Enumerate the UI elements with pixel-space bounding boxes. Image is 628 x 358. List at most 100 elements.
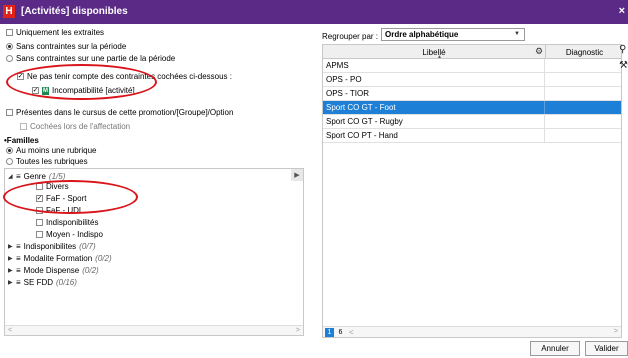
checkbox-icon[interactable] (6, 109, 13, 116)
families-tree: ◢ ≡ Genre (1/5) Divers ✓ FaF - Sport FaF… (4, 168, 304, 336)
radio-selected-icon[interactable] (6, 147, 13, 154)
tree-item-label: Divers (46, 182, 69, 191)
family-icon: ≡ (16, 254, 21, 263)
tree-node-count: (0/16) (56, 278, 77, 287)
ignore-constraints-label: Ne pas tenir compte des contraintes coch… (27, 72, 232, 81)
tree-horizontal-scrollbar[interactable]: < > (5, 325, 303, 335)
group-by-select[interactable]: Ordre alphabétique ▼ (381, 28, 525, 41)
tree-node-label: Mode Dispense (23, 266, 80, 275)
tree-node-mode-dispense[interactable]: ▶ ≡ Mode Dispense (0/2) (8, 266, 99, 275)
checked-at-assignment-option[interactable]: Cochées lors de l'affectation (20, 122, 130, 131)
tree-node-genre[interactable]: ◢ ≡ Genre (1/5) (8, 172, 65, 181)
families-heading: •Familles (4, 136, 39, 145)
incompatibility-badge-icon: M (42, 86, 49, 95)
scroll-right-icon[interactable]: > (296, 327, 300, 334)
checked-at-assignment-label: Cochées lors de l'affectation (30, 122, 131, 131)
tree-node-se-fdd[interactable]: ▶ ≡ SE FDD (0/16) (8, 278, 77, 287)
row-diagnostic (543, 115, 621, 128)
tree-item-indisponibilites[interactable]: Indisponibilités (36, 218, 98, 227)
radio-label: Toutes les rubriques (16, 157, 88, 166)
table-row[interactable]: OPS - PO (323, 73, 621, 87)
cancel-button[interactable]: Annuler (530, 341, 580, 356)
gear-icon[interactable]: ⚙ (535, 46, 543, 57)
checkbox-icon[interactable] (36, 207, 43, 214)
scroll-left-icon[interactable]: < (349, 328, 354, 337)
tree-node-count: (0/2) (95, 254, 112, 263)
group-by-value: Ordre alphabétique (385, 30, 459, 39)
checkbox-disabled-icon[interactable] (20, 123, 27, 130)
validate-button[interactable]: Valider (585, 341, 628, 356)
tree-item-faf-udl[interactable]: FaF - UDL (36, 206, 83, 215)
present-in-cursus-option[interactable]: Présentes dans le cursus de cette promot… (6, 108, 233, 117)
window-title: [Activités] disponibles (21, 6, 128, 17)
radio-no-constraint-period[interactable]: Sans contraintes sur la période (6, 42, 126, 51)
present-in-cursus-label: Présentes dans le cursus de cette promot… (16, 108, 234, 117)
column-header-libelle[interactable]: Libellé (323, 45, 545, 59)
tree-node-label: Genre (23, 172, 46, 181)
row-diagnostic (543, 87, 621, 100)
tree-node-label: SE FDD (23, 278, 54, 287)
expand-arrow-icon[interactable]: ▶ (8, 255, 16, 262)
checkbox-icon[interactable] (36, 183, 43, 190)
page-button[interactable]: 1 (325, 327, 334, 337)
checkbox-checked-icon[interactable]: ✓ (36, 195, 43, 202)
column-header-diagnostic[interactable]: Diagnostic (545, 45, 623, 59)
extracted-only-label: Uniquement les extraites (16, 28, 105, 37)
window-titlebar: H [Activités] disponibles × (0, 0, 628, 24)
family-icon: ≡ (16, 266, 21, 275)
table-row[interactable]: Sport CO PT - Hand (323, 129, 621, 143)
family-icon: ≡ (16, 242, 21, 251)
tree-item-moyen-indispo[interactable]: Moyen - Indispo (36, 230, 103, 239)
row-label: Sport CO GT - Rugby (326, 117, 403, 126)
table-row-selected[interactable]: Sport CO GT - Foot (323, 101, 621, 115)
radio-icon[interactable] (6, 55, 13, 62)
checkbox-checked-icon[interactable]: ✓ (17, 73, 24, 80)
activities-panel: Regrouper par : Ordre alphabétique ▼ Lib… (318, 24, 628, 344)
expand-arrow-icon[interactable]: ▶ (8, 267, 16, 274)
checkbox-checked-icon[interactable]: ✓ (32, 87, 39, 94)
table-row[interactable]: APMS (323, 59, 621, 73)
row-label: OPS - PO (326, 75, 362, 84)
tree-node-count: (1/5) (48, 172, 66, 181)
row-diagnostic (543, 101, 621, 114)
close-icon[interactable]: × (619, 5, 625, 17)
family-icon: ≡ (16, 172, 21, 181)
radio-selected-icon[interactable] (6, 43, 13, 50)
checkbox-icon[interactable] (6, 29, 13, 36)
table-row[interactable]: OPS - TIOR (323, 87, 621, 101)
scroll-left-icon[interactable]: < (8, 327, 12, 334)
extracted-only-option[interactable]: Uniquement les extraites (6, 28, 104, 37)
radio-label: Sans contraintes sur une partie de la pé… (16, 54, 176, 63)
row-label: APMS (326, 61, 349, 70)
radio-label: Sans contraintes sur la période (16, 42, 127, 51)
wrench-icon[interactable]: ⚒ (619, 60, 628, 71)
tree-item-divers[interactable]: Divers (36, 182, 69, 191)
radio-all-rubrics[interactable]: Toutes les rubriques (6, 157, 88, 166)
activities-grid: Libellé ▲ ⚙ Diagnostic APMS OPS - PO OPS… (322, 44, 622, 338)
chevron-down-icon[interactable]: ▼ (514, 31, 520, 37)
tree-item-label: FaF - UDL (46, 206, 84, 215)
radio-label: Au moins une rubrique (16, 146, 97, 155)
radio-no-constraint-part-period[interactable]: Sans contraintes sur une partie de la pé… (6, 54, 175, 63)
grid-header: Libellé ▲ ⚙ Diagnostic (323, 45, 623, 60)
row-label: Sport CO PT - Hand (326, 131, 398, 140)
page-button[interactable]: 6 (336, 328, 345, 337)
tree-item-faf-sport[interactable]: ✓ FaF - Sport (36, 194, 86, 203)
tree-node-modalite-formation[interactable]: ▶ ≡ Modalite Formation (0/2) (8, 254, 112, 263)
row-diagnostic (543, 129, 621, 142)
radio-icon[interactable] (6, 158, 13, 165)
ignore-constraints-option[interactable]: ✓ Ne pas tenir compte des contraintes co… (17, 72, 232, 81)
expand-arrow-icon[interactable]: ▶ (8, 279, 16, 286)
checkbox-icon[interactable] (36, 219, 43, 226)
table-row[interactable]: Sport CO GT - Rugby (323, 115, 621, 129)
collapse-arrow-icon[interactable]: ◢ (8, 173, 16, 180)
incompatibility-option[interactable]: ✓ M Incompatibilité [activité] (32, 86, 135, 95)
search-icon[interactable]: ⚲ (619, 44, 626, 55)
row-diagnostic (543, 59, 621, 72)
tree-node-indisponibilites[interactable]: ▶ ≡ Indisponibilites (0/7) (8, 242, 96, 251)
tree-scroll-right-icon[interactable]: ▶ (291, 169, 303, 181)
radio-at-least-one[interactable]: Au moins une rubrique (6, 146, 97, 155)
checkbox-icon[interactable] (36, 231, 43, 238)
expand-arrow-icon[interactable]: ▶ (8, 243, 16, 250)
scroll-right-icon[interactable]: > (614, 328, 618, 335)
